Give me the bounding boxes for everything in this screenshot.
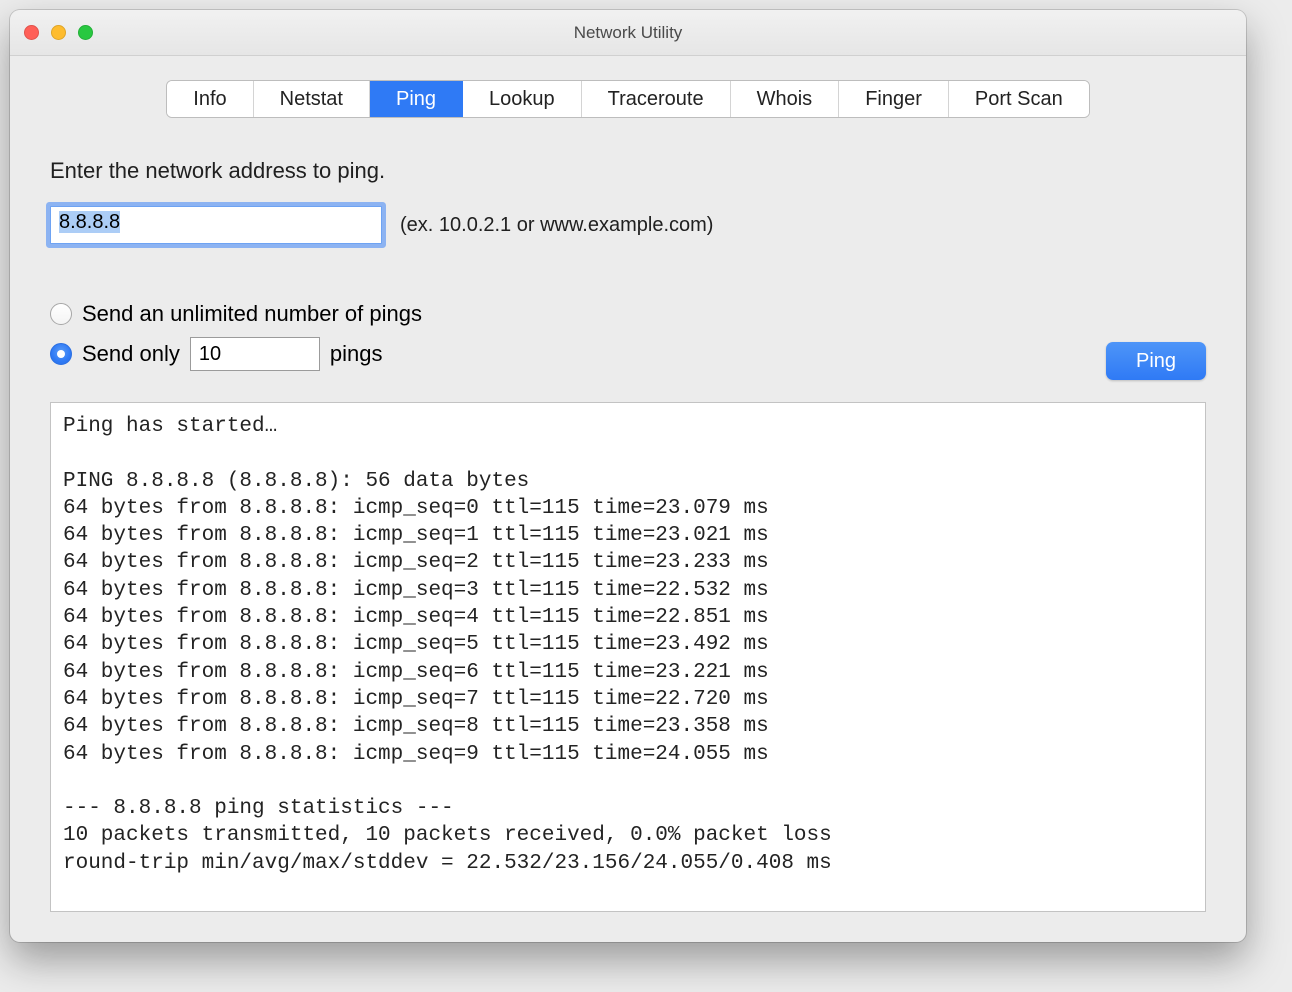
close-icon[interactable] <box>24 25 39 40</box>
tab-info[interactable]: Info <box>167 81 253 117</box>
address-input[interactable]: 8.8.8.8 <box>50 206 382 244</box>
tab-whois[interactable]: Whois <box>731 81 840 117</box>
output-log[interactable]: Ping has started… PING 8.8.8.8 (8.8.8.8)… <box>50 402 1206 912</box>
ping-button[interactable]: Ping <box>1106 342 1206 380</box>
tab-finger[interactable]: Finger <box>839 81 949 117</box>
radio-unlimited-label: Send an unlimited number of pings <box>82 301 422 327</box>
titlebar: Network Utility <box>10 10 1246 56</box>
maximize-icon[interactable] <box>78 25 93 40</box>
traffic-lights <box>24 10 93 55</box>
tab-lookup[interactable]: Lookup <box>463 81 582 117</box>
content-area: Enter the network address to ping. 8.8.8… <box>10 118 1246 942</box>
tab-ping[interactable]: Ping <box>370 81 463 117</box>
address-prompt: Enter the network address to ping. <box>50 158 1206 184</box>
window-title: Network Utility <box>574 23 683 43</box>
minimize-icon[interactable] <box>51 25 66 40</box>
tab-port-scan[interactable]: Port Scan <box>949 81 1089 117</box>
address-hint: (ex. 10.0.2.1 or www.example.com) <box>400 214 713 237</box>
tab-netstat[interactable]: Netstat <box>254 81 370 117</box>
radio-unlimited[interactable] <box>50 303 72 325</box>
tabbar: InfoNetstatPingLookupTracerouteWhoisFing… <box>166 80 1089 118</box>
address-input-value: 8.8.8.8 <box>59 211 120 233</box>
tab-traceroute[interactable]: Traceroute <box>582 81 731 117</box>
window: Network Utility InfoNetstatPingLookupTra… <box>10 10 1246 942</box>
